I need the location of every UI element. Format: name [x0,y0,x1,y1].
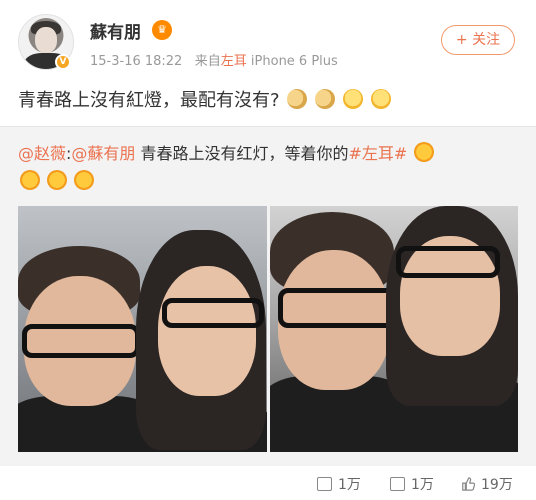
comment-action[interactable]: 1万 [390,474,434,494]
source-link[interactable]: 左耳 [221,54,247,69]
thumbs-up-icon [462,477,475,491]
follow-button[interactable]: + 关注 [441,25,515,55]
mention-suyoupeng[interactable]: @蘇有朋 [71,144,135,163]
woman-face-shape [158,266,256,396]
tongue-emoji-icon [20,170,40,190]
woman-glasses-shape [396,246,500,278]
action-bar: 1万 1万 19万 [0,466,536,500]
grin-emoji-icon [342,89,363,109]
woman-glasses-shape [162,298,264,328]
mention-zhaowei[interactable]: @赵薇 [18,144,66,163]
comment-icon [390,477,405,491]
comment-count: 1万 [411,477,434,493]
device-name: iPhone 6 Plus [250,54,338,69]
like-count: 19万 [481,477,513,493]
photo-thumbnail-2[interactable] [270,206,518,452]
tongue-emoji-icon [74,170,95,190]
repost-count: 1万 [338,477,361,493]
username[interactable]: 蘇有朋 [90,18,141,43]
hashtag-link[interactable]: #左耳# [349,144,408,163]
post-text-line: 青春路上沒有紅燈，最配有沒有? [18,86,391,112]
man-glasses-shape [22,324,140,358]
repost-icon [317,477,332,491]
post-meta: 15-3-16 18:22 来自左耳 iPhone 6 Plus [90,50,338,69]
repost-action[interactable]: 1万 [317,474,361,494]
vip-crown-icon[interactable]: ♛ [152,20,172,40]
doge-emoji-icon [315,89,336,109]
post-text: 青春路上沒有紅燈，最配有沒有? [18,90,280,111]
grin-emoji-icon [370,89,391,109]
repost-text: @赵薇:@蘇有朋 青春路上没有红灯，等着你的#左耳# [18,140,518,196]
post-time: 15-3-16 18:22 [90,54,183,69]
man-glasses-shape [278,288,400,328]
doge-emoji-icon [287,89,308,109]
verified-badge-icon: V [55,54,71,70]
repost-body: 青春路上没有红灯，等着你的 [135,144,349,163]
photo-thumbnail-1[interactable] [18,206,267,452]
tongue-emoji-icon [414,142,435,162]
avatar-face-shape [35,27,57,53]
tongue-emoji-icon [47,170,68,190]
source-prefix: 来自 [194,54,221,69]
post-header: V 蘇有朋 ♛ 15-3-16 18:22 来自左耳 iPhone 6 Plus… [0,0,536,80]
like-action[interactable]: 19万 [461,474,513,494]
